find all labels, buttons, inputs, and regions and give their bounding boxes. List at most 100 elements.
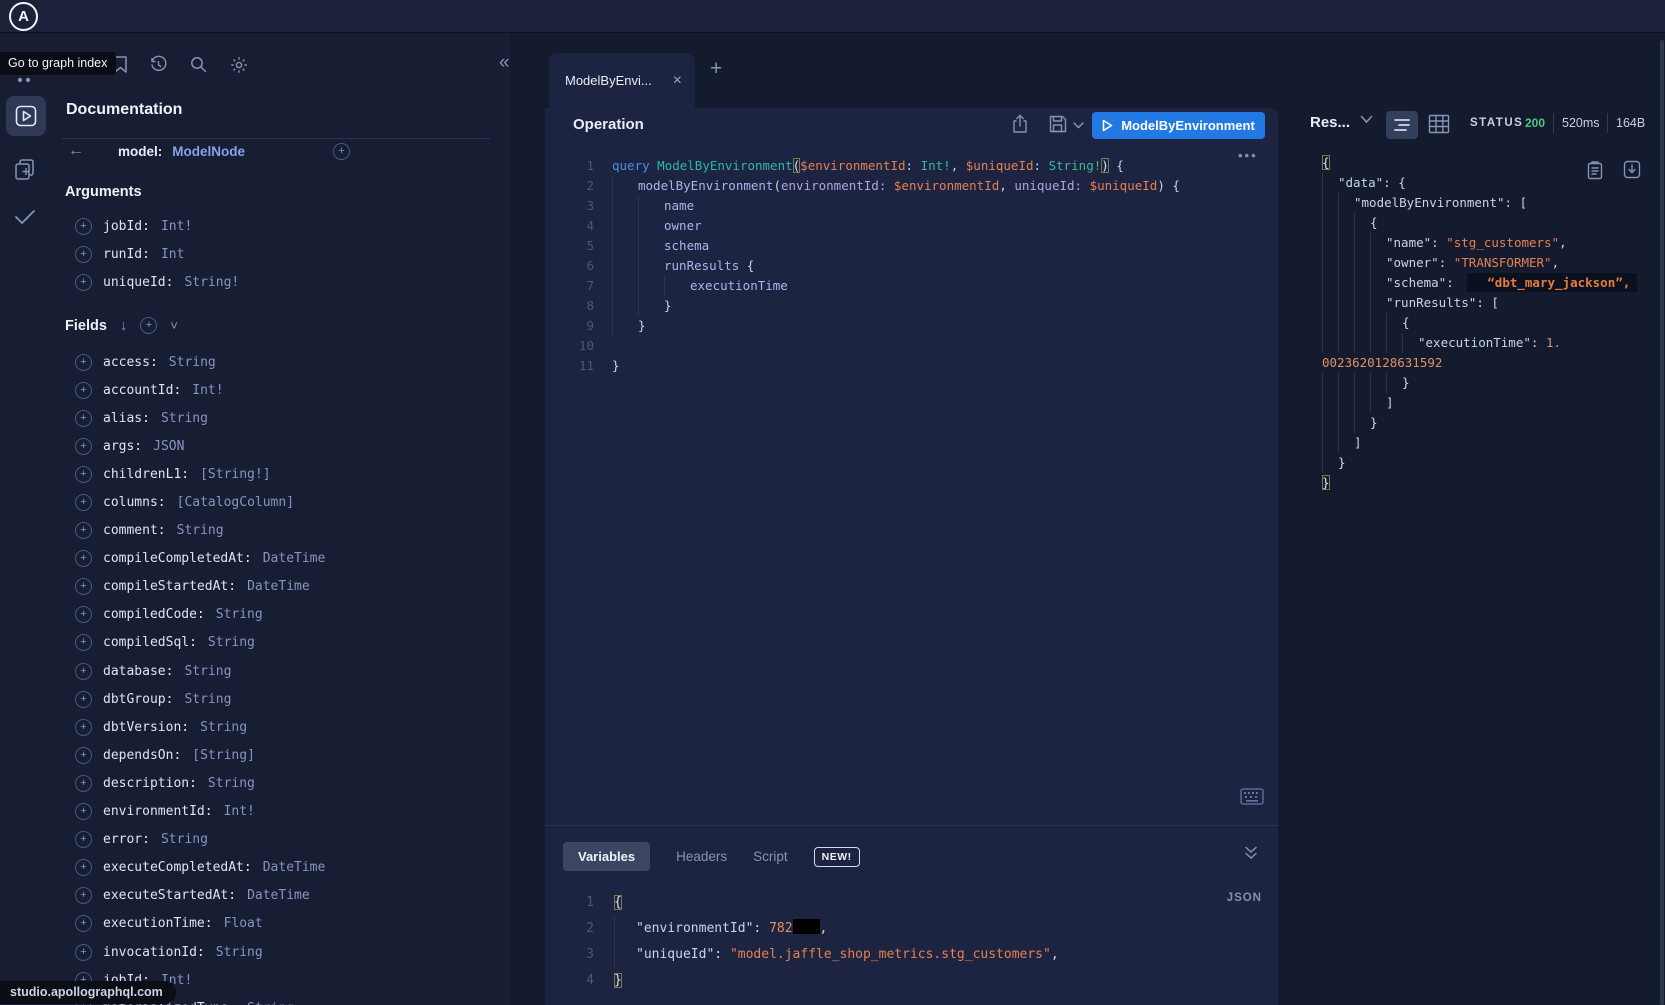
doc-field-row[interactable]: +executeStartedAt:DateTime (0, 882, 510, 910)
tab-variables[interactable]: Variables (563, 842, 650, 871)
add-field-button[interactable]: + (75, 550, 92, 567)
tab-close-icon[interactable]: × (673, 72, 682, 90)
field-type[interactable]: String (208, 776, 255, 791)
add-field-button[interactable]: + (75, 382, 92, 399)
field-type[interactable]: String (247, 1001, 294, 1005)
search-icon[interactable] (189, 55, 208, 74)
field-type[interactable]: String (200, 720, 247, 735)
add-field-button[interactable]: + (75, 747, 92, 764)
add-field-button[interactable]: + (75, 410, 92, 427)
variables-editor[interactable]: {"environmentId": 782,"uniqueId": "model… (614, 890, 1059, 994)
field-type[interactable]: String (177, 523, 224, 538)
schema-docs-icon[interactable] (13, 157, 37, 181)
field-type[interactable]: String (161, 832, 208, 847)
add-field-button[interactable]: + (75, 663, 92, 680)
sort-fields-icon[interactable]: ↓ (120, 317, 128, 334)
add-type-button[interactable]: + (333, 143, 350, 160)
doc-field-row[interactable]: +columns:[CatalogColumn] (0, 488, 510, 516)
add-field-button[interactable]: + (75, 803, 92, 820)
doc-field-row[interactable]: +dependsOn:[String] (0, 741, 510, 769)
add-field-button[interactable]: + (75, 859, 92, 876)
field-type[interactable]: [CatalogColumn] (177, 495, 294, 510)
doc-field-row[interactable]: +dbtGroup:String (0, 685, 510, 713)
doc-field-row[interactable]: +database:String (0, 657, 510, 685)
add-field-button[interactable]: + (75, 246, 92, 263)
doc-field-row[interactable]: +dbtVersion:String (0, 713, 510, 741)
response-table-view-icon[interactable] (1428, 114, 1450, 134)
apollo-logo-icon[interactable]: A (9, 2, 38, 31)
doc-back-icon[interactable]: ← (68, 142, 84, 160)
response-tree-view-button[interactable] (1386, 111, 1418, 139)
add-all-fields-button[interactable]: + (140, 317, 157, 334)
save-dropdown-chevron-icon[interactable] (1073, 122, 1084, 129)
history-icon[interactable] (149, 55, 168, 74)
doc-field-row[interactable]: +jobId:Int! (0, 212, 510, 240)
field-type[interactable]: DateTime (247, 579, 310, 594)
doc-field-row[interactable]: +args:JSON (0, 432, 510, 460)
add-field-button[interactable]: + (75, 915, 92, 932)
operation-menu-icon[interactable]: ••• (1238, 148, 1258, 163)
doc-field-row[interactable]: +environmentId:Int! (0, 798, 510, 826)
doc-field-row[interactable]: +compileStartedAt:DateTime (0, 573, 510, 601)
field-type[interactable]: String (184, 664, 231, 679)
add-field-button[interactable]: + (75, 274, 92, 291)
field-type[interactable]: Int (161, 247, 184, 262)
field-type[interactable]: String (184, 692, 231, 707)
doc-field-row[interactable]: +compileCompletedAt:DateTime (0, 545, 510, 573)
doc-field-row[interactable]: +invocationId:String (0, 938, 510, 966)
field-type[interactable]: String (161, 411, 208, 426)
save-operation-icon[interactable] (1048, 114, 1068, 134)
doc-field-row[interactable]: +executionTime:Float (0, 910, 510, 938)
query-editor[interactable]: query ModelByEnvironment($environmentId:… (612, 156, 1180, 376)
share-operation-icon[interactable] (1010, 114, 1030, 135)
tab-headers[interactable]: Headers (676, 849, 727, 864)
window-scrollbar[interactable] (1660, 40, 1664, 1005)
response-json[interactable]: {"data": {"modelByEnvironment": [{"name"… (1322, 153, 1637, 493)
response-panel-title[interactable]: Res... (1310, 114, 1350, 131)
fields-chevron-icon[interactable]: ˅ (170, 318, 178, 333)
field-type[interactable]: JSON (153, 439, 184, 454)
add-field-button[interactable]: + (75, 438, 92, 455)
add-field-button[interactable]: + (75, 775, 92, 792)
add-field-button[interactable]: + (75, 606, 92, 623)
collapse-doc-panel-icon[interactable]: « (499, 52, 510, 74)
doc-field-row[interactable]: +alias:String (0, 404, 510, 432)
doc-field-row[interactable]: +executeCompletedAt:DateTime (0, 854, 510, 882)
field-type[interactable]: String (208, 635, 255, 650)
field-type[interactable]: Int! (192, 383, 223, 398)
add-field-button[interactable]: + (75, 831, 92, 848)
field-type[interactable]: String (216, 607, 263, 622)
doc-field-row[interactable]: +comment:String (0, 517, 510, 545)
new-tab-button[interactable]: + (710, 57, 722, 81)
field-type[interactable]: DateTime (247, 888, 310, 903)
add-field-button[interactable]: + (75, 691, 92, 708)
add-field-button[interactable]: + (75, 719, 92, 736)
doc-field-row[interactable]: +uniqueId:String! (0, 268, 510, 296)
add-field-button[interactable]: + (75, 887, 92, 904)
field-type[interactable]: Int! (224, 804, 255, 819)
doc-field-row[interactable]: +childrenL1:[String!] (0, 460, 510, 488)
tab-script[interactable]: Script (753, 849, 788, 864)
field-type[interactable]: [String!] (200, 467, 270, 482)
response-dropdown-chevron-icon[interactable] (1360, 115, 1373, 124)
field-type[interactable]: Int! (161, 219, 192, 234)
explorer-settings-gear-icon[interactable] (229, 55, 249, 75)
doc-field-row[interactable]: +compiledCode:String (0, 601, 510, 629)
doc-type-link[interactable]: ModelNode (172, 144, 245, 159)
field-type[interactable]: String (169, 355, 216, 370)
doc-field-row[interactable]: +error:String (0, 826, 510, 854)
add-field-button[interactable]: + (75, 494, 92, 511)
add-field-button[interactable]: + (75, 578, 92, 595)
run-operation-button[interactable]: ModelByEnvironment (1092, 112, 1265, 139)
explorer-play-icon[interactable] (15, 105, 37, 127)
keyboard-shortcuts-icon[interactable] (1240, 788, 1264, 805)
field-type[interactable]: String! (184, 275, 239, 290)
collapse-variables-chevrons-icon[interactable] (1243, 845, 1259, 861)
add-field-button[interactable]: + (75, 354, 92, 371)
add-field-button[interactable]: + (75, 944, 92, 961)
doc-field-row[interactable]: +access:String (0, 348, 510, 376)
field-type[interactable]: DateTime (263, 860, 326, 875)
add-field-button[interactable]: + (75, 218, 92, 235)
add-field-button[interactable]: + (75, 522, 92, 539)
doc-field-row[interactable]: +runId:Int (0, 240, 510, 268)
